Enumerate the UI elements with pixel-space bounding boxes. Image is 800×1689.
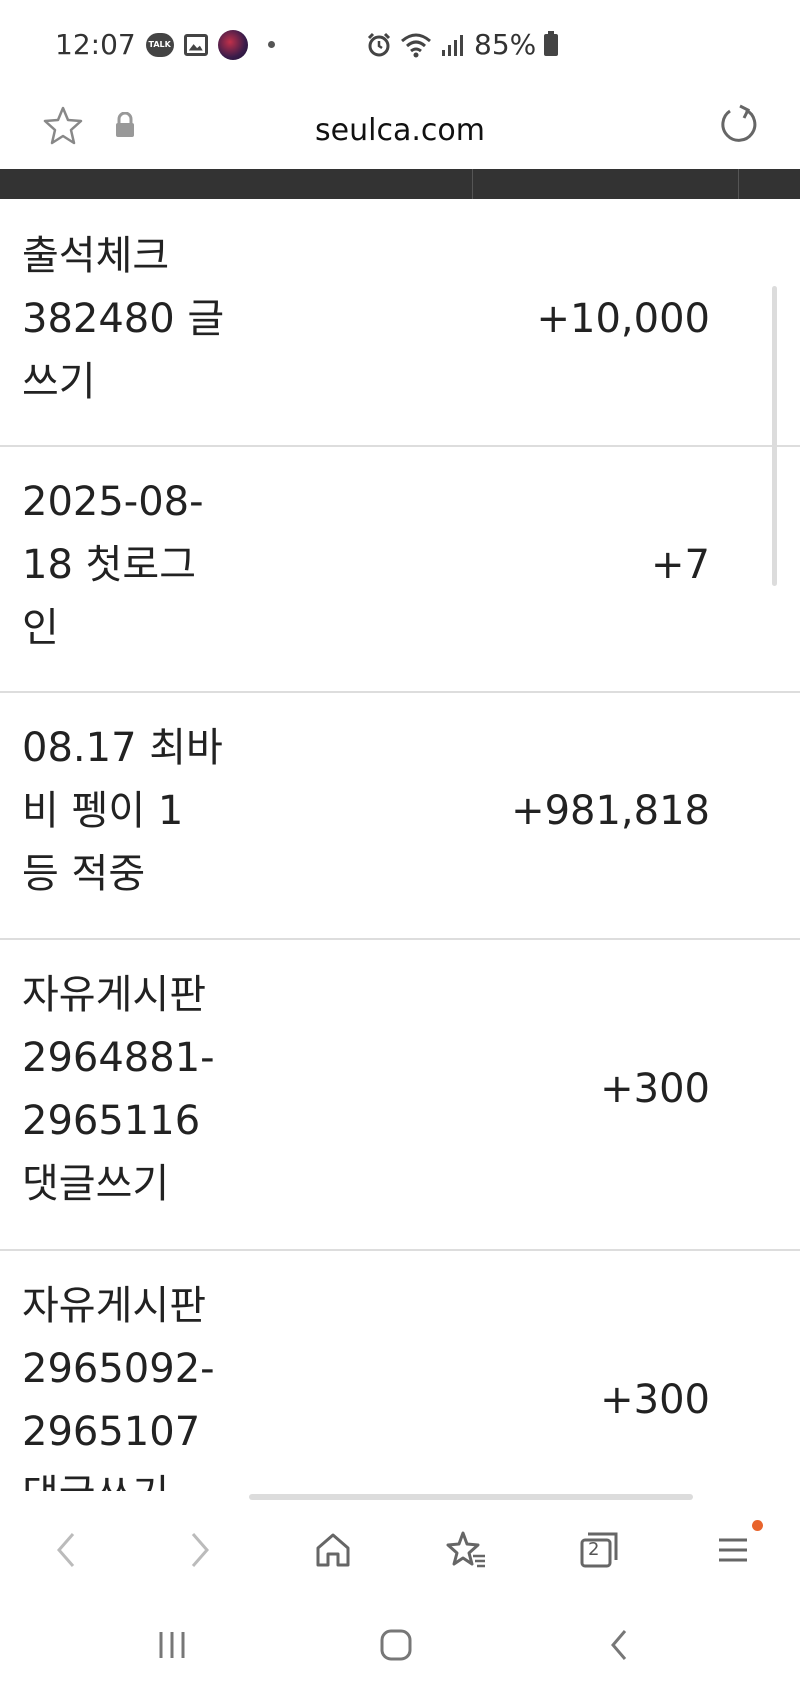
tabs-count: 2	[588, 1539, 600, 1560]
item-amount: +300	[600, 1066, 710, 1112]
kakaotalk-icon: TALK	[145, 32, 174, 57]
tabs-button[interactable]: 2	[571, 1522, 627, 1578]
talk-bubble-label: TALK	[145, 32, 174, 57]
list-item: 자유게시판 2965092- 2965107 댓글쓰기 +300	[0, 1251, 800, 1491]
battery-icon	[544, 30, 559, 56]
address-bar[interactable]: seulca.com	[0, 92, 800, 168]
home-nav-button[interactable]	[371, 1620, 421, 1670]
screen: 12:07 TALK 85% seulca.com 출석체크 382480 글 …	[0, 0, 800, 1689]
chevron-right-icon	[191, 1533, 209, 1567]
reload-icon[interactable]	[716, 102, 760, 146]
back-arrow-icon	[611, 1630, 627, 1660]
menu-icon	[719, 1538, 747, 1562]
system-navigation-bar	[0, 1600, 800, 1689]
wifi-icon	[401, 33, 431, 57]
signal-icon	[442, 34, 463, 56]
status-left: 12:07 TALK	[55, 28, 275, 61]
back-nav-button[interactable]	[594, 1620, 644, 1670]
more-notifications-dot-icon	[267, 41, 275, 48]
menu-button[interactable]	[705, 1522, 761, 1578]
gallery-icon	[183, 33, 208, 56]
bookmark-star-icon	[446, 1531, 485, 1568]
status-right: 85%	[366, 28, 559, 61]
item-description: 자유게시판 2964881- 2965116 댓글쓰기	[22, 972, 215, 1207]
item-amount: +10,000	[536, 296, 710, 342]
list-item: 출석체크 382480 글 쓰기 +10,000	[0, 199, 800, 447]
star-icon[interactable]	[42, 104, 84, 146]
menu-notification-badge	[752, 1520, 763, 1531]
item-amount: +300	[600, 1377, 710, 1423]
forward-button[interactable]	[172, 1522, 228, 1578]
table-header-strip	[0, 169, 800, 199]
item-description: 08.17 최바 비 펭이 1 등 적중	[22, 725, 223, 897]
home-circle-icon	[380, 1629, 412, 1661]
item-amount: +981,818	[511, 788, 710, 834]
back-button[interactable]	[38, 1522, 94, 1578]
app-avatar-icon	[217, 29, 248, 60]
home-button[interactable]	[305, 1522, 361, 1578]
bookmarks-button[interactable]	[438, 1522, 494, 1578]
home-icon	[316, 1533, 350, 1567]
item-description: 2025-08- 18 첫로그 인	[22, 479, 204, 651]
recent-apps-icon	[159, 1632, 185, 1658]
item-description: 출석체크 382480 글 쓰기	[22, 233, 225, 405]
item-description: 자유게시판 2965092- 2965107 댓글쓰기	[22, 1283, 215, 1491]
recent-apps-button[interactable]	[147, 1620, 197, 1670]
url-text[interactable]: seulca.com	[315, 113, 485, 148]
status-bar: 12:07 TALK 85%	[0, 0, 800, 92]
browser-toolbar: 2	[0, 1500, 800, 1600]
points-history-list[interactable]: 출석체크 382480 글 쓰기 +10,000 2025-08- 18 첫로그…	[0, 199, 800, 1491]
item-amount: +7	[651, 542, 710, 588]
vertical-scrollbar[interactable]	[772, 286, 777, 586]
status-time: 12:07	[55, 28, 136, 61]
list-item: 자유게시판 2964881- 2965116 댓글쓰기 +300	[0, 940, 800, 1251]
battery-percent: 85%	[474, 28, 537, 61]
list-item: 08.17 최바 비 펭이 1 등 적중 +981,818	[0, 693, 800, 940]
lock-icon	[116, 112, 134, 137]
alarm-icon	[367, 32, 391, 56]
chevron-left-icon	[57, 1533, 75, 1567]
list-item: 2025-08- 18 첫로그 인 +7	[0, 447, 800, 693]
